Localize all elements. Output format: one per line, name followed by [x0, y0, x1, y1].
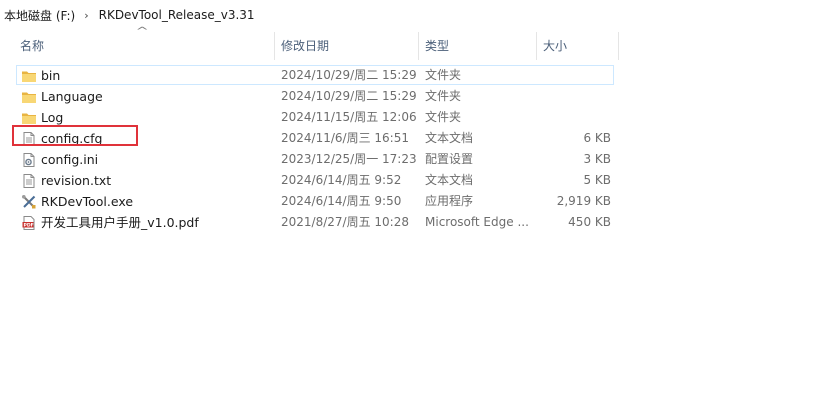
file-date: 2024/6/14/周五 9:50 [281, 194, 402, 208]
column-header: ^ 名称 修改日期 类型 大小 [0, 26, 814, 62]
file-row-revision-txt[interactable]: revision.txt 2024/6/14/周五 9:52 文本文档 5 KB [0, 170, 814, 191]
file-date: 2024/10/29/周二 15:29 [281, 68, 417, 82]
file-name: Language [41, 89, 103, 104]
breadcrumb-separator-icon[interactable]: › [84, 9, 88, 22]
file-size: 6 KB [583, 131, 611, 145]
pdf-file-icon: PDF [22, 216, 35, 230]
column-divider[interactable] [618, 32, 619, 60]
file-date: 2024/11/6/周三 16:51 [281, 131, 409, 145]
file-row-config-ini[interactable]: config.ini 2023/12/25/周一 17:23 配置设置 3 KB [0, 149, 814, 170]
file-name: RKDevTool.exe [41, 194, 134, 209]
file-date: 2023/12/25/周一 17:23 [281, 152, 417, 166]
file-date: 2021/8/27/周五 10:28 [281, 215, 409, 229]
file-type: 应用程序 [425, 194, 474, 208]
file-size [537, 65, 611, 86]
file-name: revision.txt [41, 173, 112, 188]
file-explorer: 本地磁盘 (F:) › RKDevTool_Release_v3.31 ^ 名称… [0, 0, 814, 408]
tools-app-icon [22, 195, 36, 209]
annotation-highlight-box [12, 125, 138, 146]
file-type: 配置设置 [425, 152, 474, 166]
file-type: 文本文档 [425, 131, 474, 145]
file-size: 450 KB [568, 215, 611, 229]
breadcrumb: 本地磁盘 (F:) › RKDevTool_Release_v3.31 [0, 0, 814, 30]
file-type: Microsoft Edge ... [425, 215, 529, 229]
column-header-size[interactable]: 大小 [537, 30, 619, 62]
file-type: 文本文档 [425, 173, 474, 187]
svg-text:PDF: PDF [24, 223, 34, 229]
file-name: bin [41, 68, 61, 83]
file-size: 3 KB [583, 152, 611, 166]
file-type: 文件夹 [425, 68, 462, 82]
column-header-type[interactable]: 类型 [419, 30, 535, 62]
column-header-name[interactable]: 名称 [14, 30, 274, 62]
settings-file-icon [23, 153, 35, 167]
file-type: 文件夹 [425, 110, 462, 124]
file-name: 开发工具用户手册_v1.0.pdf [41, 215, 199, 230]
breadcrumb-folder[interactable]: RKDevTool_Release_v3.31 [99, 8, 255, 22]
file-row-language[interactable]: Language 2024/10/29/周二 15:29 文件夹 [0, 86, 814, 107]
file-size: 2,919 KB [556, 194, 611, 208]
file-row-rkdevtool-exe[interactable]: RKDevTool.exe 2024/6/14/周五 9:50 应用程序 2,9… [0, 191, 814, 212]
breadcrumb-drive[interactable]: 本地磁盘 (F:) [4, 7, 75, 24]
column-header-date[interactable]: 修改日期 [275, 30, 417, 62]
file-list: bin 2024/10/29/周二 15:29 文件夹 Language 202… [0, 65, 814, 233]
file-date: 2024/10/29/周二 15:29 [281, 89, 417, 103]
file-size: 5 KB [583, 173, 611, 187]
file-size [537, 107, 611, 128]
file-size [537, 86, 611, 107]
file-date: 2024/11/15/周五 12:06 [281, 110, 417, 124]
file-row-manual-pdf[interactable]: PDF 开发工具用户手册_v1.0.pdf 2021/8/27/周五 10:28… [0, 212, 814, 233]
file-row-bin[interactable]: bin 2024/10/29/周二 15:29 文件夹 [0, 65, 814, 86]
folder-icon [22, 92, 36, 103]
file-type: 文件夹 [425, 89, 462, 103]
folder-icon [22, 113, 36, 124]
file-name: config.ini [41, 152, 99, 167]
file-date: 2024/6/14/周五 9:52 [281, 173, 402, 187]
folder-icon [22, 71, 36, 82]
text-file-icon [23, 174, 35, 188]
